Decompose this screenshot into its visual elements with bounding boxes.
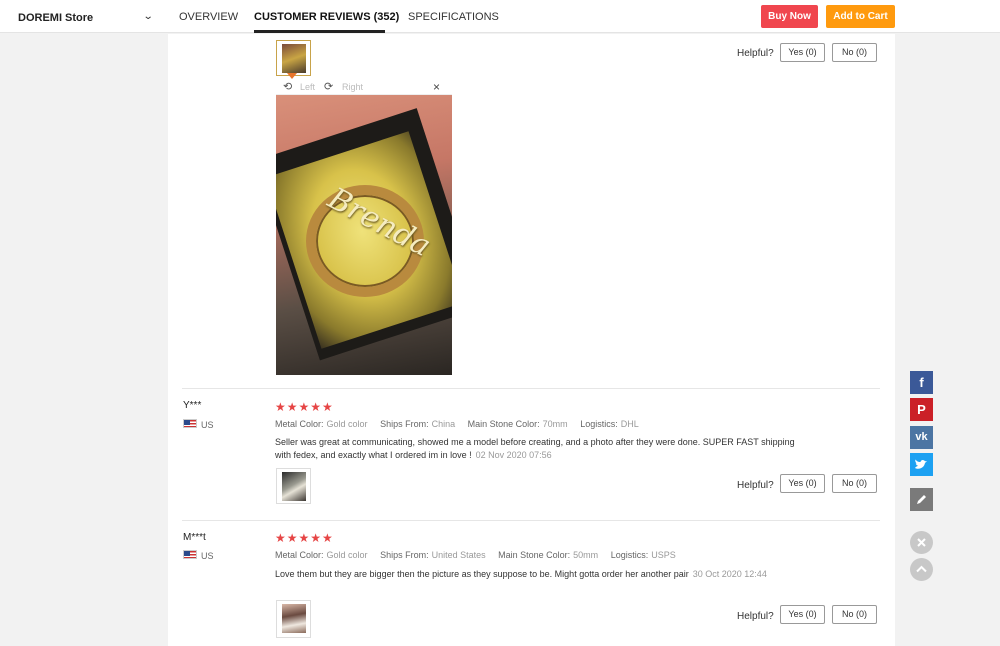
helpful-no-button[interactable]: No (0) xyxy=(832,474,877,493)
us-flag-icon xyxy=(183,550,197,559)
chevron-down-icon[interactable]: ⌄ xyxy=(143,11,154,22)
attr-value: USPS xyxy=(651,550,676,560)
helpful-label: Helpful? xyxy=(737,48,774,59)
pinterest-icon[interactable]: P xyxy=(910,398,933,421)
review-divider xyxy=(182,388,880,389)
attr-value: 50mm xyxy=(573,550,599,560)
twitter-icon[interactable] xyxy=(910,453,933,476)
helpful-yes-button[interactable]: Yes (0) xyxy=(780,43,825,62)
photo-thumbnail-image xyxy=(282,604,306,633)
tab-customer-reviews[interactable]: CUSTOMER REVIEWS (352) xyxy=(254,11,399,23)
image-viewer-toolbar: ⟲ Left ⟳ Right × xyxy=(276,80,452,95)
review-text: Love them but they are bigger then the p… xyxy=(275,568,815,581)
review-photo-thumbnail[interactable] xyxy=(276,40,311,76)
attr-label: Metal Color: xyxy=(275,550,324,560)
helpful-yes-button[interactable]: Yes (0) xyxy=(780,605,825,624)
rotate-right-icon[interactable]: ⟳ xyxy=(324,80,333,93)
reviewer-name: Y*** xyxy=(183,400,202,411)
buy-now-button[interactable]: Buy Now xyxy=(761,5,818,28)
helpful-label: Helpful? xyxy=(737,480,774,491)
review-date: 02 Nov 2020 07:56 xyxy=(475,450,552,460)
review-body: Love them but they are bigger then the p… xyxy=(275,569,689,579)
tab-overview[interactable]: OVERVIEW xyxy=(179,11,238,23)
attr-label: Main Stone Color: xyxy=(467,419,540,429)
attr-value: 70mm xyxy=(542,419,568,429)
us-flag-icon xyxy=(183,419,197,428)
top-nav-bar: DOREMI Store ⌄ OVERVIEW CUSTOMER REVIEWS… xyxy=(0,0,1000,33)
helpful-yes-button[interactable]: Yes (0) xyxy=(780,474,825,493)
helpful-label: Helpful? xyxy=(737,611,774,622)
review-date: 30 Oct 2020 12:44 xyxy=(692,569,767,579)
review-text: Seller was great at communicating, showe… xyxy=(275,436,805,462)
attr-value: DHL xyxy=(620,419,639,429)
close-icon[interactable] xyxy=(910,531,933,554)
thumbnail-pointer xyxy=(287,73,297,79)
close-icon[interactable]: × xyxy=(433,80,440,94)
attr-label: Metal Color: xyxy=(275,419,324,429)
add-to-cart-button[interactable]: Add to Cart xyxy=(826,5,895,28)
reviewer-name: M***t xyxy=(183,532,206,543)
review-photo-large: Brenda xyxy=(276,95,452,375)
helpful-no-button[interactable]: No (0) xyxy=(832,43,877,62)
rating-stars: ★★★★★ xyxy=(275,531,334,545)
rating-stars: ★★★★★ xyxy=(275,400,334,414)
reviewer-country: US xyxy=(201,551,214,561)
attr-value: Gold color xyxy=(326,419,368,429)
attr-label: Main Stone Color: xyxy=(498,550,571,560)
tab-specifications[interactable]: SPECIFICATIONS xyxy=(408,11,499,23)
store-name[interactable]: DOREMI Store xyxy=(18,12,93,24)
photo-thumbnail-image xyxy=(282,44,306,73)
review-photo-thumbnail[interactable] xyxy=(276,600,311,638)
helpful-no-button[interactable]: No (0) xyxy=(832,605,877,624)
edit-icon[interactable] xyxy=(910,488,933,511)
photo-thumbnail-image xyxy=(282,472,306,501)
rotate-left-label[interactable]: Left xyxy=(300,82,315,92)
reviewer-country: US xyxy=(201,420,214,430)
attr-label: Logistics: xyxy=(610,550,649,560)
attr-label: Ships From: xyxy=(380,419,429,429)
attr-label: Logistics: xyxy=(580,419,618,429)
attr-label: Ships From: xyxy=(380,550,429,560)
active-tab-indicator xyxy=(254,30,385,33)
attr-value: United States xyxy=(431,550,486,560)
facebook-icon[interactable]: f xyxy=(910,371,933,394)
rotate-left-icon[interactable]: ⟲ xyxy=(283,80,292,93)
review-divider xyxy=(182,520,880,521)
review-attributes: Metal Color: Gold color Ships From: China … xyxy=(275,419,639,429)
rotate-right-label[interactable]: Right xyxy=(342,82,363,92)
review-attributes: Metal Color: Gold color Ships From: United… xyxy=(275,550,676,560)
vk-icon[interactable]: vk xyxy=(910,426,933,449)
scroll-up-icon[interactable] xyxy=(910,558,933,581)
attr-value: Gold color xyxy=(326,550,368,560)
review-photo-thumbnail[interactable] xyxy=(276,468,311,504)
attr-value: China xyxy=(431,419,456,429)
